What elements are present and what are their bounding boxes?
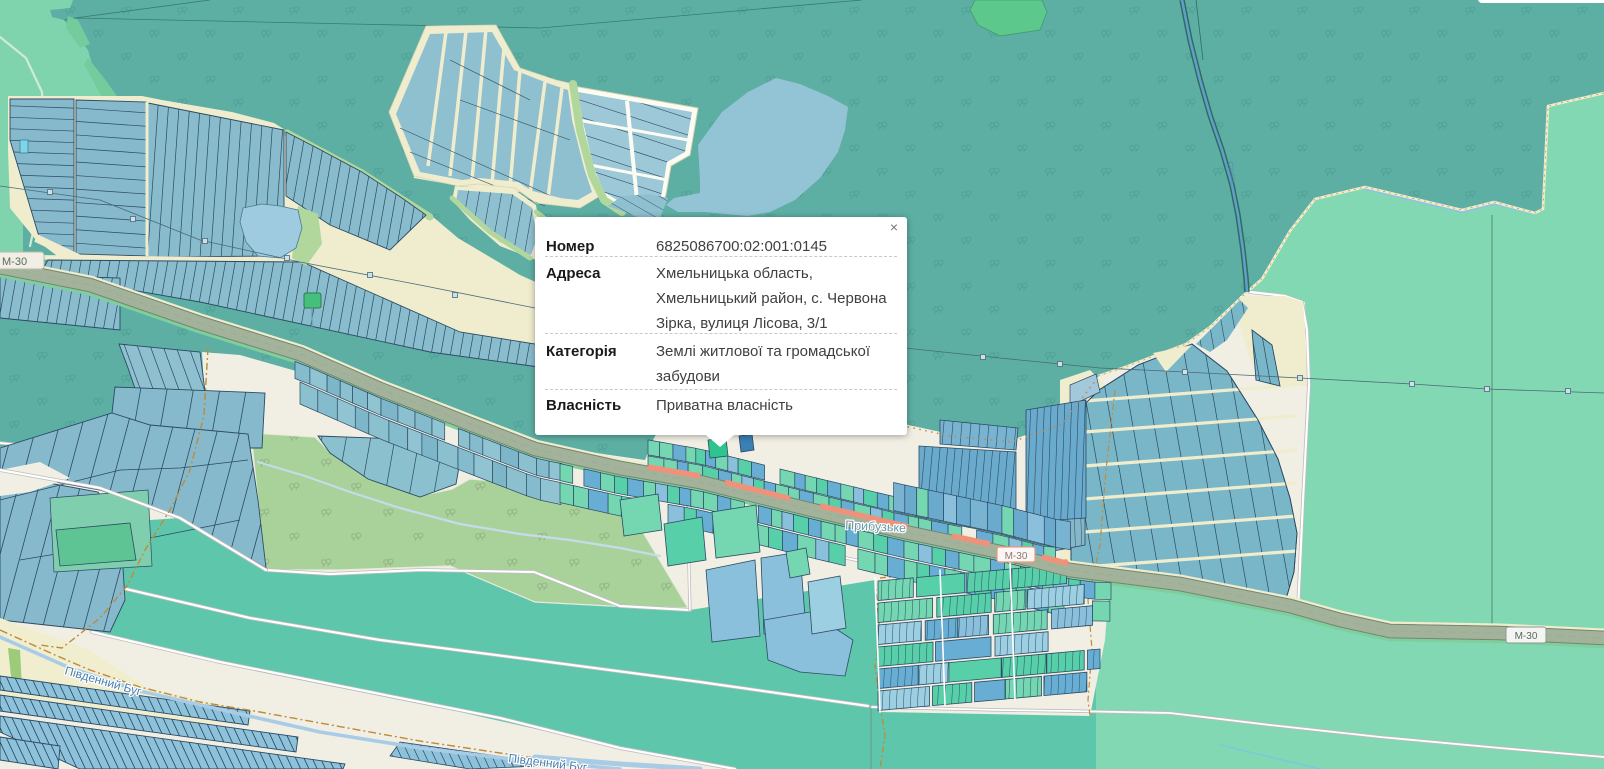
svg-text:М-30: М-30 bbox=[1005, 551, 1028, 562]
svg-text:М-30: М-30 bbox=[2, 256, 27, 268]
svg-text:M-30: M-30 bbox=[1515, 631, 1538, 642]
